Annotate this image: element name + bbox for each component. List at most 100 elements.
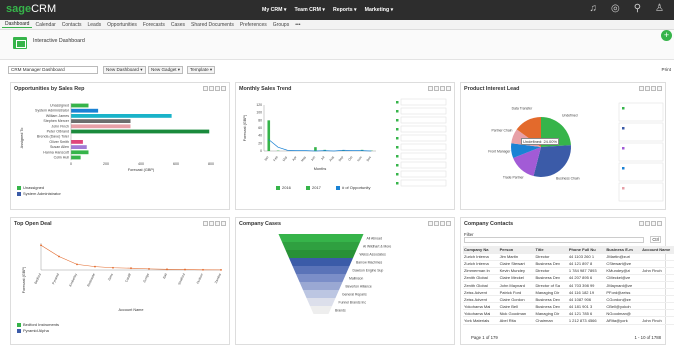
bar: [71, 119, 131, 123]
bell-icon[interactable]: ♫: [589, 4, 597, 14]
table-cell: 44 1103 260 1: [567, 253, 606, 261]
table-cell: [641, 302, 674, 311]
nav-groups[interactable]: Groups: [270, 22, 292, 28]
app-logo[interactable]: sageCRM: [6, 3, 56, 15]
y-tick-label: Hanna Hanscott: [43, 150, 69, 154]
menu-marketing[interactable]: Marketing ▾: [365, 7, 394, 13]
dashboard-icon: [13, 37, 27, 49]
x-tick-label: Zuniga: [142, 273, 150, 284]
table-cell: Patrick Ford: [498, 288, 535, 297]
nav-opportunities[interactable]: Opportunities: [104, 22, 140, 28]
new-dashboard-button[interactable]: New Dashboard ▾: [103, 66, 146, 74]
filter-input[interactable]: [464, 237, 644, 243]
table-cell: [641, 281, 674, 290]
x-axis-label: Months: [314, 167, 327, 171]
funnel-segment: [306, 298, 336, 306]
menu-reports[interactable]: Reports ▾: [333, 7, 357, 13]
ctrl-button[interactable]: Ctrl: [650, 236, 661, 243]
legend-item: Pyramid Alpha: [17, 328, 49, 333]
table-row[interactable]: York Materials Abel Rita Chairman 1 212 873…: [463, 316, 674, 325]
legend-box: [400, 116, 447, 124]
column-header[interactable]: Business E-m: [605, 246, 642, 254]
x-tick-label: Sep: [338, 155, 345, 162]
x-tick-label: Jan: [263, 155, 269, 162]
column-header[interactable]: Phone Full Nu: [567, 246, 606, 254]
x-tick-label: Redcastle: [86, 273, 96, 288]
legend-swatch: [396, 164, 399, 167]
bar: [314, 147, 317, 151]
help-icon[interactable]: ◎: [611, 4, 620, 14]
table-cell: Claire Gordon: [498, 295, 535, 304]
column-header[interactable]: Account Name: [641, 246, 674, 254]
nav-forecasts[interactable]: Forecasts: [140, 22, 168, 28]
pager[interactable]: Page 1 of 179: [471, 335, 498, 340]
table-cell: Claire Stewart: [498, 260, 535, 268]
search-icon[interactable]: ⚲: [634, 4, 641, 14]
table-cell: York Materials: [463, 316, 499, 325]
table-row[interactable]: Zenith Global Claire Meckel Business Dev 44…: [463, 274, 674, 282]
print-link[interactable]: Print: [662, 67, 671, 72]
legend-swatch: [396, 182, 399, 185]
table-row[interactable]: Zeiss Advent Claire Gordon Business Dev 44 …: [463, 295, 674, 304]
y-tick-label: 100: [256, 111, 262, 115]
x-tick-label: Mar: [282, 155, 289, 163]
y-tick-label: 120: [256, 103, 262, 107]
table-row[interactable]: Zenith Global John Maynard Director of Sa 4…: [463, 281, 674, 290]
y-tick-label: 60: [258, 126, 262, 130]
legend-item: # of Opportunity: [336, 185, 370, 190]
top-icons: ♫ ◎ ⚲ ♙: [589, 4, 664, 14]
dashboard-header: [0, 30, 674, 60]
x-tick-label: Kimberley: [68, 272, 78, 287]
column-header[interactable]: Person: [498, 246, 535, 254]
column-header[interactable]: Company Na: [463, 246, 499, 254]
edit-icon[interactable]: [639, 221, 644, 226]
bar: [267, 120, 271, 151]
close-icon[interactable]: [657, 221, 662, 226]
table-cell: Business Dev: [534, 302, 568, 311]
bar: [71, 140, 83, 144]
funnel-segment: [282, 242, 360, 250]
funnel-segment: [292, 266, 350, 274]
table-cell: Claire Meckel: [498, 274, 535, 282]
template-button[interactable]: Template ▾: [187, 66, 216, 74]
column-header[interactable]: Title: [534, 246, 568, 254]
y-tick-label: Stephen Mercer: [43, 119, 69, 123]
menu-team-crm[interactable]: Team CRM ▾: [295, 7, 325, 13]
bar: [71, 108, 99, 113]
nav-leads[interactable]: Leads: [85, 22, 105, 28]
table-cell: Yokohama Mai: [463, 302, 499, 311]
nav-shared-documents[interactable]: Shared Documents: [188, 22, 237, 28]
funnel-label: Funnel Brands Inc: [339, 301, 367, 305]
nav-calendar[interactable]: Calendar: [32, 22, 58, 28]
nav-more[interactable]: •••: [292, 22, 303, 28]
table-row[interactable]: Zeiss Advent Patrick Ford Managing Dir 44 1…: [463, 288, 674, 297]
nav-cases[interactable]: Cases: [168, 22, 188, 28]
legend-box: [618, 142, 664, 162]
refresh-icon[interactable]: [645, 221, 650, 226]
nav-contacts[interactable]: Contacts: [59, 22, 85, 28]
table-row[interactable]: Zimmerman In Kevin Mundey Director 1 784 98…: [463, 267, 674, 275]
user-icon[interactable]: ♙: [655, 4, 664, 14]
legend-box: [618, 102, 664, 122]
table-row[interactable]: Yokohama Mai Nick Goodman Managing Dir 44 1…: [463, 309, 674, 318]
legend-box: [400, 107, 447, 115]
add-button[interactable]: +: [661, 30, 672, 41]
funnel-label: Weiss Associates: [360, 253, 387, 257]
table-row[interactable]: Zurich Interna Claire Stewart Business Dev…: [463, 260, 674, 268]
table-row[interactable]: Yokohama Mai Claire Bell Business Dev 44 18…: [463, 302, 674, 311]
x-tick-label: Aug: [328, 155, 335, 162]
series-line: [40, 244, 222, 271]
x-tick-label: May: [300, 155, 307, 163]
nav-dashboard[interactable]: Dashboard: [2, 21, 33, 28]
maximize-icon[interactable]: [651, 221, 656, 226]
slice-label: Front Manager: [488, 149, 511, 153]
table-header-row: Company Na Person Title Phone Full Nu Busine…: [463, 246, 674, 254]
nav-preferences[interactable]: Preferences: [237, 22, 270, 28]
dashboard-select[interactable]: CRM Manager Dashboard: [8, 66, 98, 74]
panel-title: Company Contacts: [464, 221, 514, 227]
new-gadget-button[interactable]: New Gadget ▾: [148, 66, 184, 74]
table-row[interactable]: Zurich Interna Jim Martin Director 44 1103 …: [463, 253, 674, 261]
table-cell: Managing Dir: [534, 288, 568, 297]
menu-my-crm[interactable]: My CRM ▾: [262, 7, 287, 13]
x-tick-label: Nov: [356, 155, 363, 162]
